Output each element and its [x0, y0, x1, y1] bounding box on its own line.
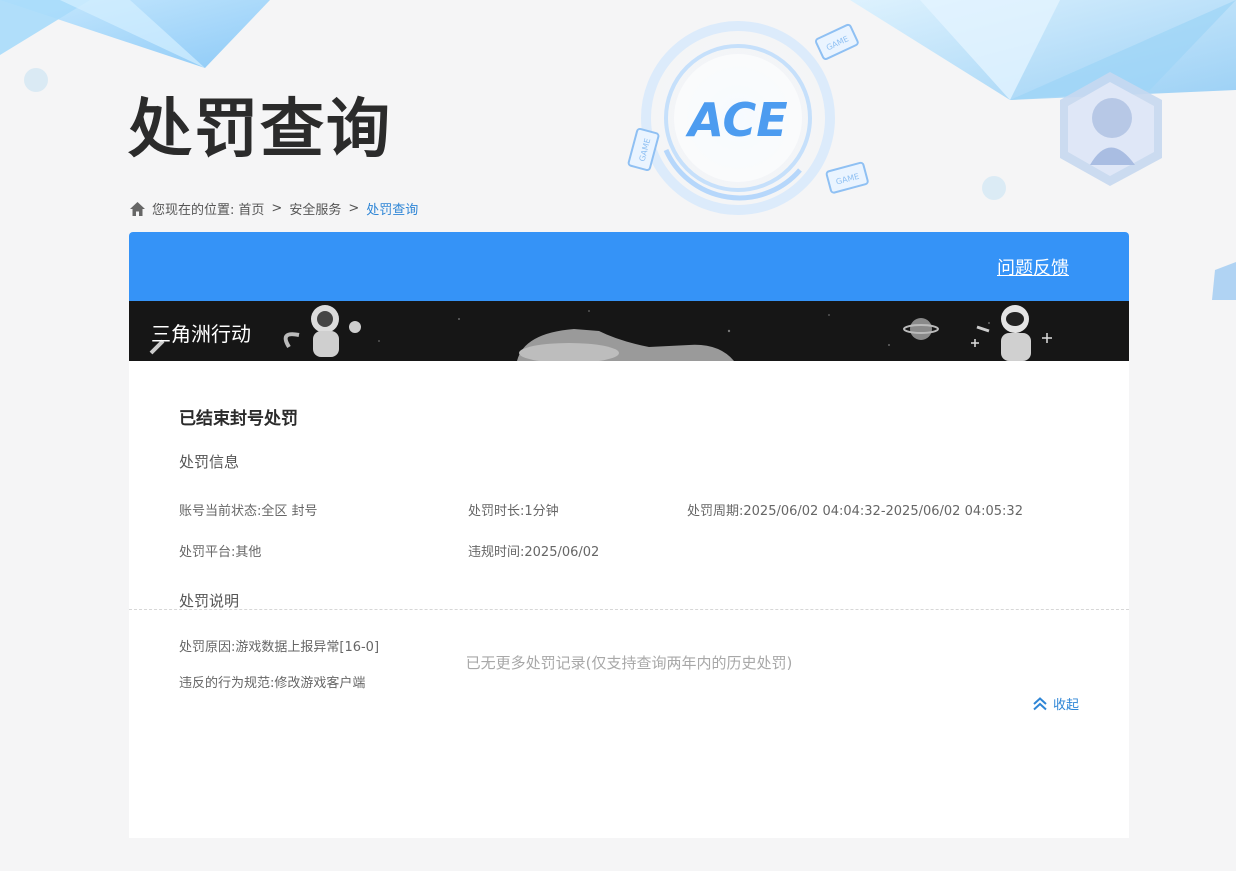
page-title: 处罚查询: [128, 93, 392, 167]
breadcrumb-prefix: 您现在的位置:: [152, 203, 235, 218]
game-name: 三角洲行动: [151, 322, 251, 346]
breadcrumb: 您现在的位置: 首页 > 安全服务 > 处罚查询: [129, 199, 418, 218]
svg-text:GAME: GAME: [835, 172, 860, 187]
svg-text:GAME: GAME: [825, 34, 850, 52]
record-status-title: 已结束封号处罚: [179, 409, 298, 429]
svg-text:GAME: GAME: [638, 137, 653, 162]
breadcrumb-home-link[interactable]: 首页: [238, 199, 264, 218]
penalty-period: 处罚周期:2025/06/02 04:04:32-2025/06/02 04:0…: [687, 504, 1023, 519]
card-header: 问题反馈: [129, 232, 1129, 301]
feedback-link[interactable]: 问题反馈: [997, 254, 1069, 280]
breadcrumb-separator: >: [348, 201, 360, 216]
account-status: 账号当前状态:全区 封号: [179, 504, 318, 519]
violated-rule: 违反的行为规范:修改游戏客户端: [179, 676, 366, 691]
info-section-title: 处罚信息: [179, 453, 240, 471]
description-section-title: 处罚说明: [179, 592, 240, 610]
collapse-button[interactable]: 收起: [1032, 694, 1079, 713]
penalty-card: 问题反馈 三角洲行动 已结束封号处罚 处罚信息 账号当前状态:全区 封号 处罚时…: [129, 232, 1129, 838]
violation-time: 违规时间:2025/06/02: [468, 545, 600, 560]
penalty-duration: 处罚时长:1分钟: [468, 504, 559, 519]
breadcrumb-section-link[interactable]: 安全服务: [289, 199, 341, 218]
breadcrumb-current: 处罚查询: [366, 203, 419, 218]
svg-text:ACE: ACE: [685, 93, 787, 147]
penalty-platform: 处罚平台:其他: [179, 545, 262, 560]
no-more-records-text: 已无更多处罚记录(仅支持查询两年内的历史处罚): [465, 654, 793, 672]
game-banner: 三角洲行动: [129, 301, 1129, 361]
home-icon: [130, 201, 145, 216]
divider: [129, 609, 1129, 610]
double-chevron-up-icon: [1033, 696, 1047, 710]
breadcrumb-separator: >: [271, 201, 283, 216]
game-banner-art: [149, 305, 1052, 361]
collapse-label: 收起: [1052, 698, 1079, 713]
